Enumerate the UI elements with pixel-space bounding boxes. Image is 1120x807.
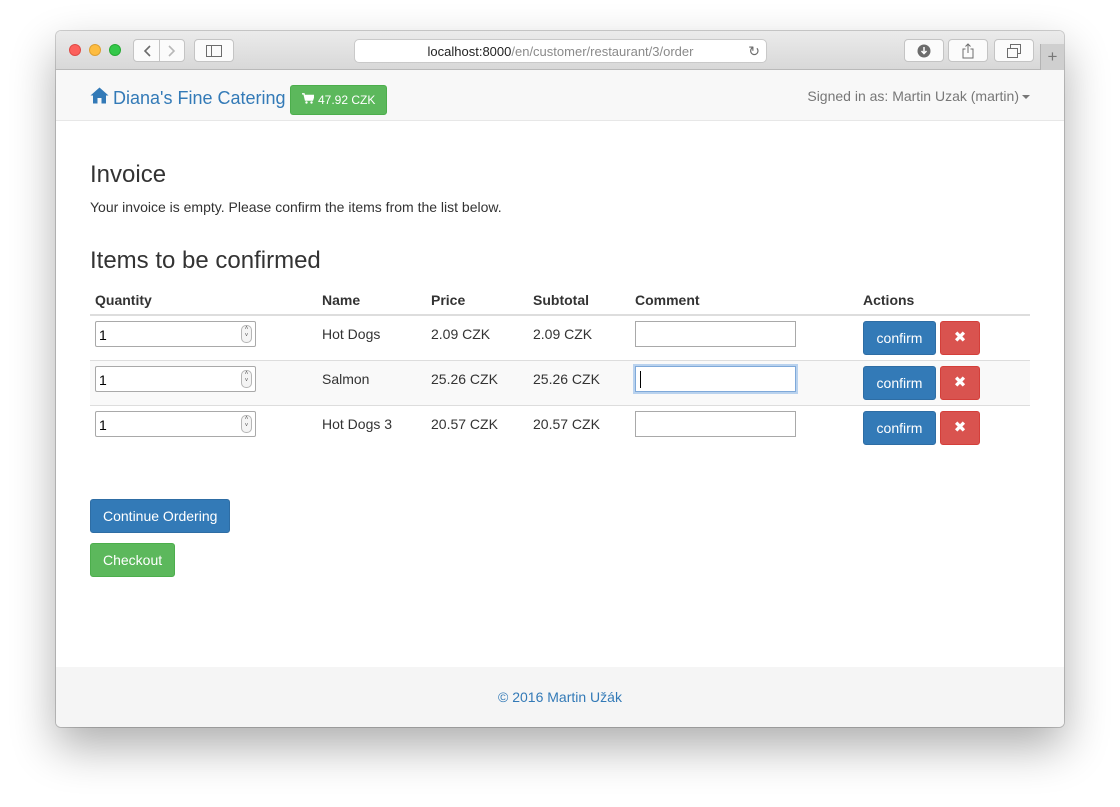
item-name: Hot Dogs xyxy=(322,326,381,342)
nav-buttons xyxy=(133,39,185,62)
item-subtotal: 20.57 CZK xyxy=(528,405,630,451)
share-icon[interactable] xyxy=(948,39,988,62)
footer: © 2016 Martin Užák xyxy=(56,667,1064,727)
table-header-row: Quantity Name Price Subtotal Comment Act… xyxy=(90,287,1030,316)
cart-total: 47.92 CZK xyxy=(318,93,376,107)
column-header-price: Price xyxy=(426,287,528,316)
items-title: Items to be confirmed xyxy=(90,247,321,274)
item-price: 25.26 CZK xyxy=(426,360,528,406)
signed-in-label: Signed in as: Martin Uzak (martin) xyxy=(807,88,1019,104)
url-path: /en/customer/restaurant/3/order xyxy=(511,43,694,59)
back-icon[interactable] xyxy=(134,40,159,61)
minimize-window-button[interactable] xyxy=(89,44,101,56)
reload-icon[interactable]: ↻ xyxy=(748,43,760,60)
comment-input[interactable] xyxy=(635,321,796,347)
continue-ordering-button[interactable]: Continue Ordering xyxy=(90,499,231,533)
remove-button[interactable]: ✖ xyxy=(940,411,980,445)
item-subtotal: 2.09 CZK xyxy=(533,326,593,342)
comment-input[interactable] xyxy=(635,366,796,392)
brand-name: Diana's Fine Catering xyxy=(113,87,286,108)
table-row: 1 ˄ ˅ Hot Dogs 3 20.57 CZK 20.57 CZK confi… xyxy=(90,405,1030,451)
user-menu[interactable]: Signed in as: Martin Uzak (martin) xyxy=(807,88,1030,104)
sidebar-icon[interactable] xyxy=(194,39,234,62)
quantity-stepper[interactable]: 1 ˄ ˅ xyxy=(95,321,256,347)
confirm-button[interactable]: confirm xyxy=(863,411,936,445)
spinner-icon[interactable]: ˄ ˅ xyxy=(241,370,252,388)
chevron-down-icon xyxy=(1022,95,1030,99)
remove-button[interactable]: ✖ xyxy=(940,321,980,355)
forward-icon[interactable] xyxy=(159,40,184,61)
zoom-window-button[interactable] xyxy=(109,44,121,56)
text-cursor xyxy=(640,371,641,388)
close-icon: ✖ xyxy=(953,374,967,391)
column-header-quantity: Quantity xyxy=(90,287,317,316)
spinner-icon[interactable]: ˄ ˅ xyxy=(241,325,252,343)
invoice-empty-message: Your invoice is empty. Please confirm th… xyxy=(90,199,502,215)
quantity-stepper[interactable]: 1 ˄ ˅ xyxy=(95,411,256,437)
invoice-title: Invoice xyxy=(90,161,167,188)
close-icon: ✖ xyxy=(953,329,967,346)
navbar: Diana's Fine Catering 47.92 CZK Signed i… xyxy=(56,70,1064,121)
item-subtotal: 25.26 CZK xyxy=(528,360,630,406)
column-header-comment: Comment xyxy=(630,287,858,316)
cart-button[interactable]: 47.92 CZK xyxy=(290,85,388,115)
column-header-name: Name xyxy=(317,287,426,316)
item-name: Hot Dogs 3 xyxy=(317,405,426,451)
comment-input[interactable] xyxy=(635,411,796,437)
url-host: localhost:8000 xyxy=(427,43,512,59)
quantity-stepper[interactable]: 1 ˄ ˅ xyxy=(95,366,256,392)
browser-toolbar: localhost:8000/en/customer/restaurant/3/… xyxy=(56,31,1064,70)
column-header-actions: Actions xyxy=(858,287,1030,316)
spinner-icon[interactable]: ˄ ˅ xyxy=(241,415,252,433)
table-row: 1 ˄ ˅ Salmon 25.26 CZK 25.26 CZK confirm ✖ xyxy=(90,360,1030,406)
item-name: Salmon xyxy=(317,360,426,406)
footer-copyright-link[interactable]: © 2016 Martin Užák xyxy=(498,689,622,705)
quantity-value: 1 xyxy=(99,327,107,343)
item-price: 20.57 CZK xyxy=(426,405,528,451)
confirm-button[interactable]: confirm xyxy=(863,366,936,400)
remove-button[interactable]: ✖ xyxy=(940,366,980,400)
address-bar[interactable]: localhost:8000/en/customer/restaurant/3/… xyxy=(354,39,767,63)
checkout-button[interactable]: Checkout xyxy=(90,543,176,577)
close-window-button[interactable] xyxy=(69,44,81,56)
table-row: 1 ˄ ˅ Hot Dogs 2.09 CZK 2.09 CZK confirm ✖ xyxy=(90,315,1030,361)
close-icon: ✖ xyxy=(953,419,967,436)
items-table: Quantity Name Price Subtotal Comment Act… xyxy=(90,287,1030,451)
quantity-value: 1 xyxy=(99,372,107,388)
quantity-value: 1 xyxy=(99,417,107,433)
tabs-icon[interactable] xyxy=(994,39,1034,62)
item-price: 2.09 CZK xyxy=(431,326,491,342)
confirm-button[interactable]: confirm xyxy=(863,321,936,355)
column-header-subtotal: Subtotal xyxy=(528,287,630,316)
shopping-cart-icon xyxy=(302,93,315,107)
brand-link[interactable]: Diana's Fine Catering xyxy=(90,87,286,109)
home-icon xyxy=(90,87,109,109)
new-tab-icon[interactable]: + xyxy=(1040,44,1064,70)
download-icon[interactable] xyxy=(904,39,944,62)
browser-window: localhost:8000/en/customer/restaurant/3/… xyxy=(56,31,1064,727)
